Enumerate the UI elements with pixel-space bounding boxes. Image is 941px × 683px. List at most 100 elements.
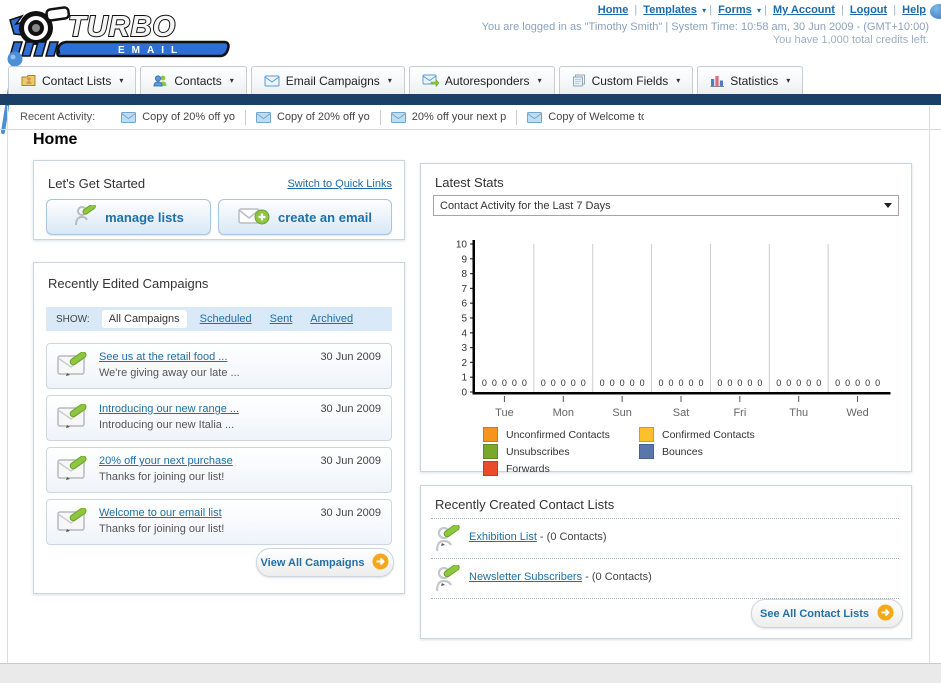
manage-lists-button[interactable]: manage lists — [46, 199, 211, 235]
campaign-edit-icon — [57, 455, 91, 489]
svg-text:0: 0 — [855, 378, 860, 388]
campaign-title-link[interactable]: Welcome to our email list — [99, 507, 222, 519]
help-bubble-icon[interactable] — [930, 4, 941, 19]
nav-link-home[interactable]: Home — [598, 4, 629, 16]
tab-label: Email Campaigns — [285, 73, 380, 88]
contact-list-name-link[interactable]: Exhibition List — [469, 531, 537, 543]
arrow-circle-icon — [877, 604, 894, 624]
contact-edit-icon — [435, 523, 461, 558]
tab-autoresponders[interactable]: Autoresponders ▾ — [408, 66, 555, 94]
chevron-down-icon: ▾ — [229, 76, 234, 85]
svg-text:0: 0 — [541, 378, 546, 388]
recent-activity-link[interactable]: Copy of 20% off yo — [277, 111, 370, 123]
campaign-title-link[interactable]: 20% off your next purchase — [99, 455, 233, 467]
legend-label: Bounces — [662, 445, 703, 458]
tab-contacts[interactable]: Contacts ▾ — [140, 66, 247, 94]
campaign-edit-icon — [57, 507, 91, 541]
contact-list-text: Exhibition List - (0 Contacts) — [469, 531, 607, 543]
svg-text:8: 8 — [461, 269, 467, 280]
chevron-down-icon: ▾ — [699, 6, 707, 15]
svg-text:0: 0 — [835, 378, 840, 388]
campaign-date: 30 Jun 2009 — [320, 455, 381, 467]
svg-text:Mon: Mon — [553, 407, 574, 419]
recent-activity-item: Copy of 20% off yo — [111, 110, 245, 125]
contact-list: Exhibition List - (0 Contacts) Newsletter… — [431, 518, 899, 599]
filter-all-campaigns[interactable]: All Campaigns — [101, 310, 187, 328]
recent-activity-item: 20% off your next p — [379, 109, 517, 125]
nav-link-logout[interactable]: Logout — [850, 4, 887, 16]
nav-link-my-account[interactable]: My Account — [773, 4, 835, 16]
create-email-label: create an email — [278, 209, 372, 225]
filter-sent[interactable]: Sent — [270, 313, 293, 325]
svg-text:0: 0 — [698, 378, 703, 388]
manage-lists-label: manage lists — [105, 209, 184, 225]
campaign-title-link[interactable]: See us at the retail food ... — [99, 351, 227, 363]
campaign-row: Welcome to our email list Thanks for join… — [46, 499, 392, 545]
campaign-filter-bar: SHOW: All Campaigns Scheduled Sent Archived — [46, 307, 392, 331]
nav-link-help[interactable]: Help — [902, 4, 926, 16]
legend-label: Forwards — [506, 462, 550, 475]
legend-label: Confirmed Contacts — [662, 428, 755, 441]
recent-activity-item: Copy of Welcome to — [516, 109, 654, 125]
chevron-down-icon: ▾ — [119, 76, 124, 85]
tab-contact-lists[interactable]: Contact Lists ▾ — [8, 66, 137, 94]
nav-link-forms[interactable]: Forms — [718, 4, 752, 16]
contact-list-row: Exhibition List - (0 Contacts) — [431, 519, 899, 559]
svg-text:0: 0 — [482, 378, 487, 388]
tab-statistics[interactable]: Statistics ▾ — [697, 66, 804, 94]
svg-text:0: 0 — [865, 378, 870, 388]
svg-text:0: 0 — [816, 378, 821, 388]
chevron-down-icon: ▾ — [537, 76, 542, 85]
svg-text:0: 0 — [502, 378, 507, 388]
contact-list-name-link[interactable]: Newsletter Subscribers — [469, 571, 582, 583]
tab-email-campaigns[interactable]: Email Campaigns ▾ — [250, 66, 405, 94]
custom-fields-icon — [572, 74, 586, 87]
chevron-down-icon: ▾ — [786, 76, 791, 85]
svg-text:9: 9 — [461, 254, 467, 265]
stats-select-value: Contact Activity for the Last 7 Days — [440, 199, 611, 212]
switch-quick-links-link[interactable]: Switch to Quick Links — [287, 178, 392, 190]
svg-text:0: 0 — [610, 378, 615, 388]
page-right-border — [929, 106, 930, 663]
campaign-date: 30 Jun 2009 — [320, 403, 381, 415]
create-email-button[interactable]: create an email — [218, 199, 392, 235]
svg-text:7: 7 — [461, 284, 467, 295]
legend-item-forwards: Forwards — [483, 460, 639, 477]
recent-activity-link[interactable]: Copy of 20% off yo — [142, 111, 235, 123]
view-all-campaigns-button[interactable]: View All Campaigns — [256, 548, 394, 577]
filter-archived[interactable]: Archived — [310, 313, 353, 325]
svg-text:Fri: Fri — [733, 407, 746, 419]
legend-item-bounces: Bounces — [639, 443, 795, 460]
svg-text:0: 0 — [668, 378, 673, 388]
see-all-contact-lists-button[interactable]: See All Contact Lists — [751, 599, 903, 628]
credits-text: You have 1,000 total credits left. — [772, 34, 929, 46]
recent-activity-link[interactable]: 20% off your next p — [412, 111, 507, 123]
show-label: SHOW: — [56, 313, 90, 325]
see-all-contact-lists-label: See All Contact Lists — [759, 607, 869, 620]
recent-activity-link[interactable]: Copy of Welcome to — [548, 111, 644, 123]
recent-activity-label: Recent Activity: — [20, 111, 96, 123]
stats-report-select[interactable]: Contact Activity for the Last 7 Days — [433, 195, 899, 216]
campaign-title-link[interactable]: Introducing our new range ... — [99, 403, 239, 415]
svg-text:0: 0 — [737, 378, 742, 388]
svg-text:2: 2 — [461, 358, 467, 369]
envelope-icon — [121, 111, 137, 123]
svg-text:0: 0 — [727, 378, 732, 388]
svg-text:0: 0 — [658, 378, 663, 388]
svg-text:0: 0 — [796, 378, 801, 388]
svg-text:0: 0 — [571, 378, 576, 388]
contact-list-row: Newsletter Subscribers - (0 Contacts) — [431, 559, 899, 599]
legend-item-confirmed-contacts: Confirmed Contacts — [639, 426, 795, 443]
legend-label: Unconfirmed Contacts — [506, 428, 610, 441]
svg-text:1: 1 — [461, 373, 467, 384]
envelope-icon — [390, 111, 406, 123]
filter-scheduled[interactable]: Scheduled — [200, 313, 252, 325]
svg-text:0: 0 — [600, 378, 605, 388]
svg-text:0: 0 — [492, 378, 497, 388]
tab-custom-fields[interactable]: Custom Fields ▾ — [558, 66, 694, 94]
svg-text:0: 0 — [522, 378, 527, 388]
nav-link-templates[interactable]: Templates — [643, 4, 697, 16]
svg-text:EMAIL: EMAIL — [118, 45, 184, 56]
recent-activity-item: Copy of 20% off yo — [244, 109, 380, 125]
tab-label: Statistics — [730, 73, 779, 88]
